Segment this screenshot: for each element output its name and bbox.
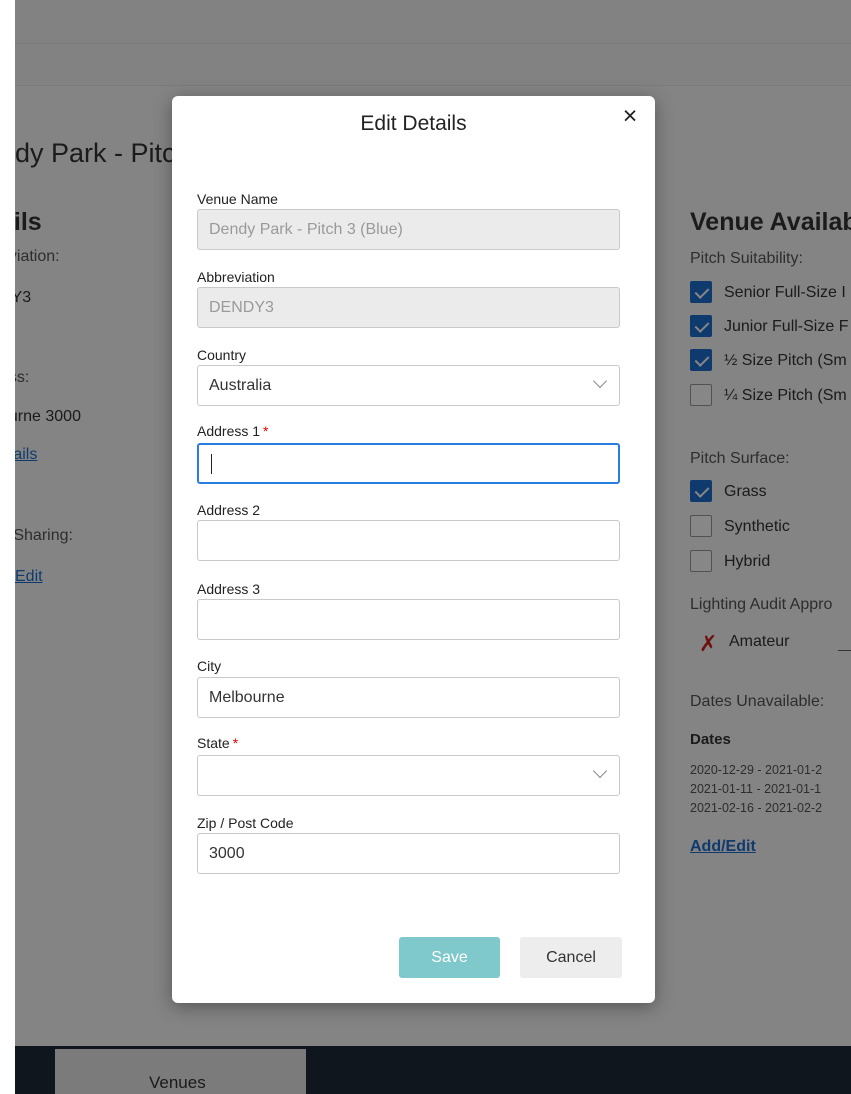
country-value: Australia xyxy=(209,377,272,394)
zip-label: Zip / Post Code xyxy=(197,815,294,831)
text-cursor xyxy=(211,454,212,474)
address1-label: Address 1 * xyxy=(197,423,269,439)
address1-field[interactable] xyxy=(197,443,620,484)
chevron-down-icon xyxy=(592,373,608,389)
address3-label: Address 3 xyxy=(197,581,261,597)
venue-name-label: Venue Name xyxy=(197,191,278,207)
country-select[interactable]: Australia xyxy=(197,365,620,406)
city-label: City xyxy=(197,658,222,674)
city-field[interactable]: Melbourne xyxy=(197,677,620,718)
edit-details-dialog: Edit Details × Venue Name Dendy Park - P… xyxy=(172,96,655,1003)
address2-label: Address 2 xyxy=(197,502,261,518)
close-icon[interactable]: × xyxy=(618,104,642,129)
zip-field[interactable]: 3000 xyxy=(197,833,620,874)
address3-field[interactable] xyxy=(197,599,620,640)
cancel-button[interactable]: Cancel xyxy=(520,937,622,978)
address2-field[interactable] xyxy=(197,520,620,561)
state-select[interactable] xyxy=(197,755,620,796)
state-label: State * xyxy=(197,735,239,751)
abbreviation-field[interactable]: DENDY3 xyxy=(197,287,620,328)
save-button[interactable]: Save xyxy=(399,937,500,978)
dialog-title: Edit Details xyxy=(360,112,467,135)
abbreviation-label: Abbreviation xyxy=(197,269,275,285)
required-marker: * xyxy=(263,423,269,439)
required-marker: * xyxy=(232,735,239,751)
country-label: Country xyxy=(197,347,247,363)
left-edge xyxy=(0,0,15,1094)
chevron-down-icon xyxy=(592,763,608,779)
venue-name-field[interactable]: Dendy Park - Pitch 3 (Blue) xyxy=(197,209,620,250)
